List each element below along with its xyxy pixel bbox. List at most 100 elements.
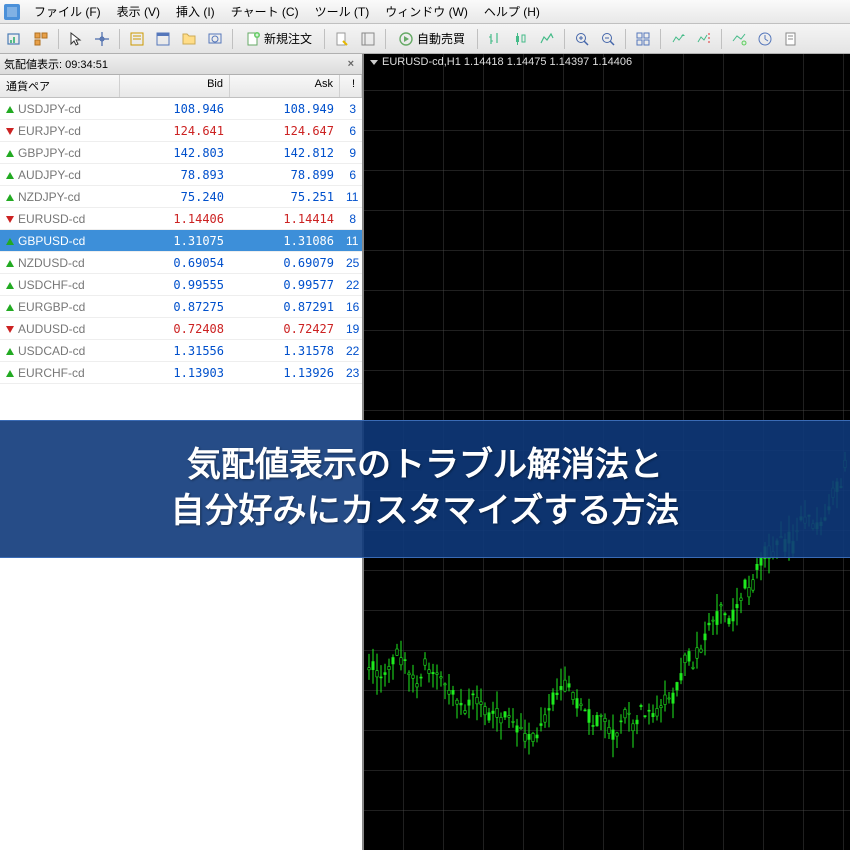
ask-value: 142.812 [230, 144, 340, 162]
pair-name: EURGBP-cd [18, 300, 85, 314]
candle-chart-icon[interactable] [509, 27, 533, 51]
table-row[interactable]: USDJPY-cd108.946108.9493 [0, 98, 362, 120]
table-row[interactable]: NZDUSD-cd 0.690540.6907925 [0, 252, 362, 274]
separator [625, 29, 626, 49]
spread-value: 19 [340, 320, 362, 338]
pair-name: NZDJPY-cd [18, 190, 80, 204]
arrow-up-icon [6, 304, 14, 311]
close-icon[interactable]: × [344, 58, 358, 70]
menu-chart[interactable]: チャート (C) [223, 0, 307, 23]
ask-value: 0.87291 [230, 298, 340, 316]
arrow-up-icon [6, 370, 14, 377]
ask-value: 0.69079 [230, 254, 340, 272]
spread-value: 11 [340, 188, 362, 206]
arrow-up-icon [6, 150, 14, 157]
overlay-banner: 気配値表示のトラブル解消法と 自分好みにカスタマイズする方法 [0, 420, 850, 558]
indicators-icon[interactable] [727, 27, 751, 51]
autoscroll-icon[interactable] [666, 27, 690, 51]
templates-icon[interactable] [779, 27, 803, 51]
table-row[interactable]: NZDJPY-cd75.24075.25111 [0, 186, 362, 208]
spread-value: 6 [340, 122, 362, 140]
ask-value: 78.899 [230, 166, 340, 184]
separator [477, 29, 478, 49]
table-row[interactable]: USDCAD-cd1.315561.3157822 [0, 340, 362, 362]
menu-help[interactable]: ヘルプ (H) [476, 0, 548, 23]
table-row[interactable]: EURGBP-cd0.872750.8729116 [0, 296, 362, 318]
table-row[interactable]: EURCHF-cd1.139031.1392623 [0, 362, 362, 384]
pair-name: GBPUSD-cd [18, 234, 85, 248]
table-row[interactable]: AUDUSD-cd0.724080.7242719 [0, 318, 362, 340]
table-row[interactable]: USDCHF-cd0.995550.9957722 [0, 274, 362, 296]
pair-name: NZDUSD-cd [18, 256, 85, 270]
arrow-down-icon [6, 128, 14, 135]
new-order-label: 新規注文 [264, 30, 312, 47]
table-row[interactable]: GBPJPY-cd142.803142.8129 [0, 142, 362, 164]
pair-name: AUDJPY-cd [18, 168, 81, 182]
options-icon[interactable] [356, 27, 380, 51]
menu-insert[interactable]: 挿入 (I) [168, 0, 223, 23]
ask-value: 124.647 [230, 122, 340, 140]
col-pair[interactable]: 通貨ペア [0, 75, 120, 97]
zoom-in-icon[interactable] [570, 27, 594, 51]
arrow-up-icon [6, 238, 14, 245]
data-window-icon[interactable] [151, 27, 175, 51]
market-watch-header: 気配値表示: 09:34:51 × [0, 54, 362, 75]
line-chart-icon[interactable] [535, 27, 559, 51]
col-ask[interactable]: Ask [230, 75, 340, 97]
table-row[interactable]: EURUSD-cd1.144061.144148 [0, 208, 362, 230]
chevron-down-icon[interactable] [370, 60, 378, 65]
spread-value: 6 [340, 166, 362, 184]
menu-window[interactable]: ウィンドウ (W) [377, 0, 476, 23]
bid-value: 1.31556 [120, 342, 230, 360]
ask-value: 75.251 [230, 188, 340, 206]
pair-name: USDJPY-cd [18, 102, 81, 116]
autotrade-button[interactable]: 自動売買 [391, 27, 472, 51]
col-spread[interactable]: ! [340, 75, 362, 97]
bid-value: 142.803 [120, 144, 230, 162]
periods-icon[interactable] [753, 27, 777, 51]
bid-value: 1.14406 [120, 210, 230, 228]
bar-chart-icon[interactable] [483, 27, 507, 51]
zoom-out-icon[interactable] [596, 27, 620, 51]
ask-value: 108.949 [230, 100, 340, 118]
ask-value: 0.99577 [230, 276, 340, 294]
col-bid[interactable]: Bid [120, 75, 230, 97]
toolbar: 新規注文 自動売買 [0, 24, 850, 54]
bid-value: 0.72408 [120, 320, 230, 338]
ask-value: 1.31086 [230, 232, 340, 250]
chart-shift-icon[interactable] [692, 27, 716, 51]
new-chart-icon[interactable] [3, 27, 27, 51]
table-row[interactable]: GBPUSD-cd1.310751.3108611 [0, 230, 362, 252]
menu-tool[interactable]: ツール (T) [307, 0, 378, 23]
menu-file[interactable]: ファイル (F) [26, 0, 109, 23]
bid-value: 0.69054 [120, 254, 230, 272]
autotrade-label: 自動売買 [417, 30, 465, 47]
spread-value: 23 [340, 364, 362, 382]
pair-name: EURUSD-cd [18, 212, 85, 226]
bid-value: 1.31075 [120, 232, 230, 250]
profiles-icon[interactable] [29, 27, 53, 51]
menu-view[interactable]: 表示 (V) [109, 0, 168, 23]
table-row[interactable]: AUDJPY-cd78.89378.8996 [0, 164, 362, 186]
separator [660, 29, 661, 49]
bid-value: 1.13903 [120, 364, 230, 382]
spread-value: 22 [340, 342, 362, 360]
arrow-up-icon [6, 282, 14, 289]
cursor-icon[interactable] [64, 27, 88, 51]
market-watch-icon[interactable] [125, 27, 149, 51]
ask-value: 1.14414 [230, 210, 340, 228]
separator [58, 29, 59, 49]
ask-value: 0.72427 [230, 320, 340, 338]
tile-icon[interactable] [631, 27, 655, 51]
pair-name: USDCHF-cd [18, 278, 85, 292]
terminal-icon[interactable] [203, 27, 227, 51]
new-order-button[interactable]: 新規注文 [238, 27, 319, 51]
metaeditor-icon[interactable] [330, 27, 354, 51]
pair-name: GBPJPY-cd [18, 146, 81, 160]
arrow-up-icon [6, 348, 14, 355]
navigator-icon[interactable] [177, 27, 201, 51]
chart-title-bar: EURUSD-cd,H1 1.14418 1.14475 1.14397 1.1… [370, 56, 632, 68]
crosshair-icon[interactable] [90, 27, 114, 51]
spread-value: 25 [340, 254, 362, 272]
table-row[interactable]: EURJPY-cd124.641124.6476 [0, 120, 362, 142]
